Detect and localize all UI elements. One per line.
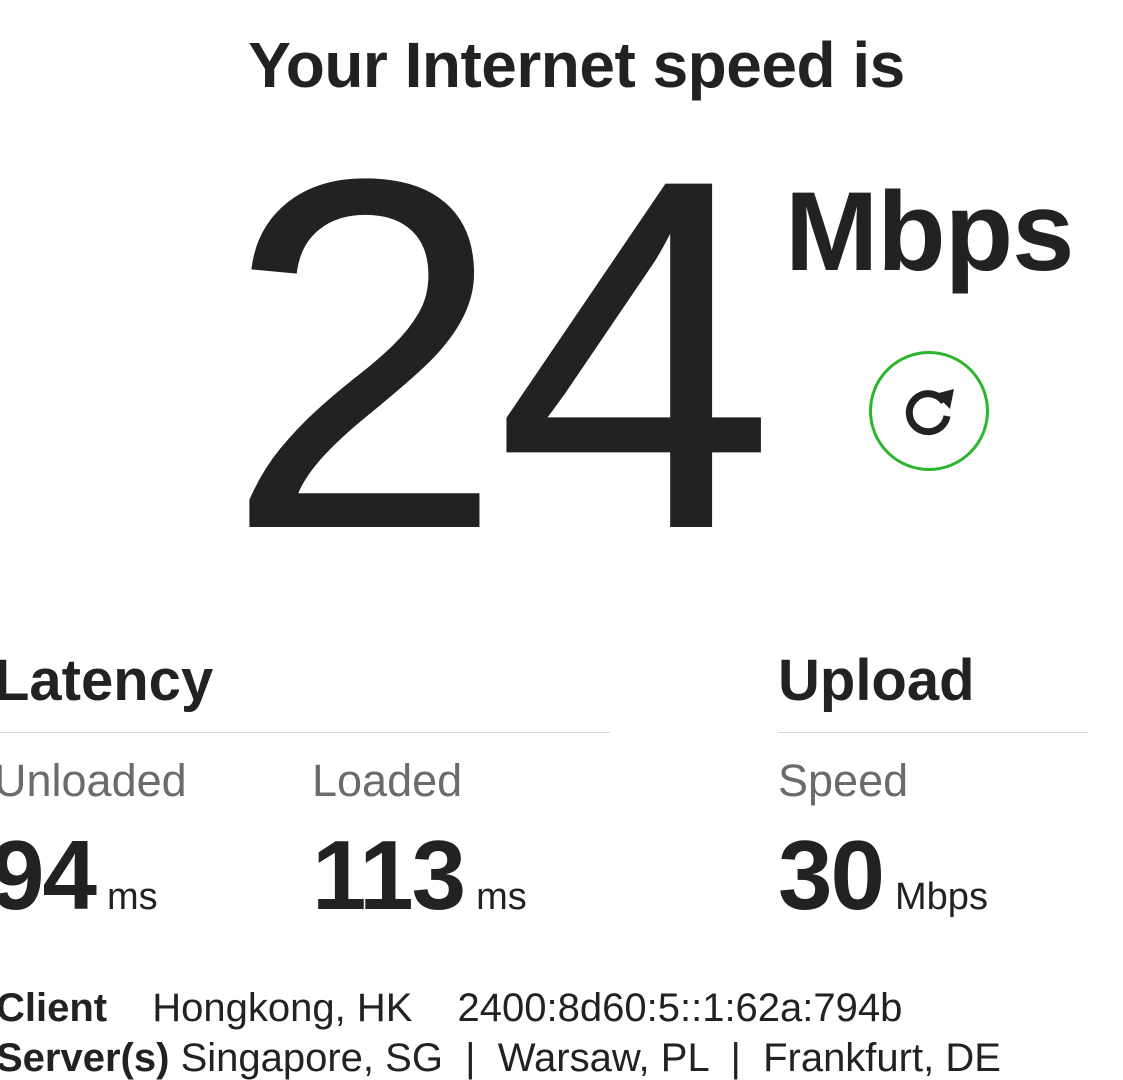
upload-speed-label: Speed bbox=[778, 755, 909, 806]
server-list: Singapore, SG | Warsaw, PL | Frankfurt, … bbox=[180, 1036, 1001, 1080]
latency-divider bbox=[0, 732, 610, 733]
refresh-icon bbox=[905, 389, 954, 436]
download-speed-value: 24 bbox=[224, 112, 764, 527]
page-title: Your Internet speed is bbox=[248, 29, 905, 101]
unloaded-latency-value: 94 bbox=[0, 820, 97, 930]
client-ip: 2400:8d60:5::1:62a:794b bbox=[457, 986, 903, 1030]
loaded-latency-value: 113 bbox=[312, 820, 466, 930]
client-info: Client Hongkong, HK 2400:8d60:5::1:62a:7… bbox=[0, 988, 902, 1028]
upload-speed-value: 30 bbox=[778, 820, 885, 930]
refresh-button[interactable] bbox=[869, 351, 989, 471]
loaded-latency: 113 ms bbox=[312, 826, 527, 924]
upload-speed: 30 Mbps bbox=[778, 826, 988, 924]
loaded-latency-label: Loaded bbox=[312, 755, 463, 806]
server-label: Server(s) bbox=[0, 1036, 170, 1080]
upload-title: Upload bbox=[778, 648, 975, 713]
unloaded-latency-label: Unloaded bbox=[0, 755, 187, 806]
latency-title: Latency bbox=[0, 648, 214, 713]
unloaded-latency: 94 ms bbox=[0, 826, 158, 924]
client-location: Hongkong, HK bbox=[152, 986, 413, 1030]
unloaded-latency-unit: ms bbox=[107, 876, 158, 918]
server-info: Server(s) Singapore, SG | Warsaw, PL | F… bbox=[0, 1038, 1001, 1078]
upload-divider bbox=[778, 732, 1088, 733]
loaded-latency-unit: ms bbox=[476, 876, 527, 918]
upload-speed-unit: Mbps bbox=[895, 876, 988, 918]
download-speed-unit: Mbps bbox=[785, 169, 1074, 294]
client-label: Client bbox=[0, 986, 108, 1030]
